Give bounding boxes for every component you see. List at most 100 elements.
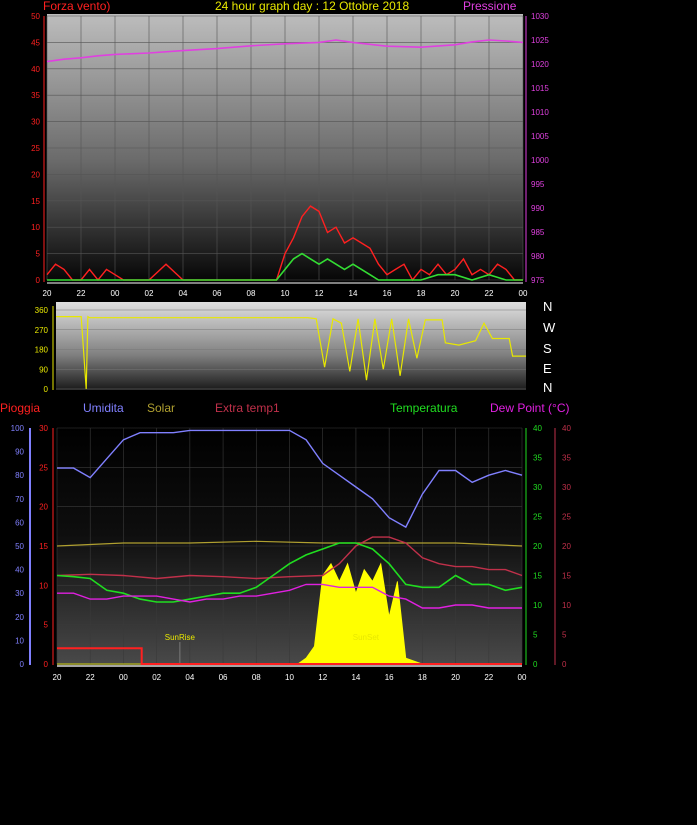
wind-x-tick-label: 00 [519,289,528,298]
direction-label-n-bottom: N [543,380,553,395]
dew-y-tick-label: 20 [562,542,571,551]
wind-y-tick-label: 15 [31,197,40,206]
wind-y-tick-label: 5 [36,250,41,259]
wind-x-tick-label: 10 [281,289,290,298]
temperature-y-tick-label: 15 [533,572,542,581]
graph-title: 24 hour graph day : 12 Ottobre 2018 [215,0,410,13]
temperature-y-tick-label: 10 [533,601,542,610]
temperature-y-tick-label: 30 [533,483,542,492]
humidity-y-tick-label: 60 [15,518,24,527]
wind-x-tick-label: 08 [247,289,256,298]
sunrise-label: SunRise [165,633,196,642]
temp-x-tick-label: 22 [86,673,95,682]
temp-x-tick-label: 04 [185,673,194,682]
direction-label-e: E [543,361,552,376]
temp-x-tick-label: 10 [285,673,294,682]
temperature-y-tick-label: 0 [533,660,538,669]
temperature-y-tick-label: 35 [533,454,542,463]
wind-y-tick-label: 25 [31,144,40,153]
wind-x-tick-label: 02 [145,289,154,298]
dew-y-tick-label: 25 [562,513,571,522]
humidity-y-tick-label: 50 [15,542,24,551]
pressure-y-tick-label: 1025 [531,36,549,45]
wind-y-tick-label: 45 [31,38,40,47]
temp-x-tick-label: 22 [484,673,493,682]
humidity-y-tick-label: 20 [15,613,24,622]
direction-y-tick-label: 90 [39,365,48,374]
wind-x-tick-label: 20 [451,289,460,298]
wind-x-tick-label: 00 [111,289,120,298]
dew-y-tick-label: 30 [562,483,571,492]
wind-y-tick-label: 10 [31,223,40,232]
temp-x-tick-label: 12 [318,673,327,682]
temperature-y-tick-label: 20 [533,542,542,551]
rain-y-tick-label: 10 [39,581,48,590]
temp-x-tick-label: 06 [219,673,228,682]
direction-label-w: W [543,320,556,335]
direction-label-n-top: N [543,299,553,314]
humidity-y-tick-label: 0 [20,660,25,669]
legend-temperature: Temperatura [390,401,458,415]
pressure-y-tick-label: 1015 [531,84,549,93]
pressure-y-tick-label: 1005 [531,132,549,141]
humidity-y-tick-label: 100 [11,424,25,433]
rain-y-tick-label: 0 [44,660,49,669]
pressure-y-tick-label: 990 [531,204,545,213]
pressure-y-tick-label: 995 [531,180,545,189]
humidity-y-tick-label: 80 [15,471,24,480]
wind-x-tick-label: 06 [213,289,222,298]
pressure-y-tick-label: 1020 [531,60,549,69]
humidity-y-tick-label: 90 [15,448,24,457]
wind-y-tick-label: 30 [31,118,40,127]
wind-x-tick-label: 04 [179,289,188,298]
temp-x-tick-label: 00 [119,673,128,682]
humidity-y-tick-label: 30 [15,589,24,598]
temp-x-tick-label: 14 [351,673,360,682]
pressure-y-tick-label: 975 [531,276,545,285]
dew-y-tick-label: 0 [562,660,567,669]
wind-y-tick-label: 0 [36,276,41,285]
legend-solar: Solar [147,401,176,415]
wind-x-tick-label: 22 [77,289,86,298]
direction-plot-background [56,302,526,390]
wind-y-tick-label: 20 [31,170,40,179]
rain-y-tick-label: 25 [39,463,48,472]
wind-x-tick-label: 12 [315,289,324,298]
direction-label-s: S [543,341,552,356]
temp-x-tick-label: 18 [418,673,427,682]
direction-y-tick-label: 360 [35,306,49,315]
dew-y-tick-label: 40 [562,424,571,433]
direction-y-tick-label: 180 [35,346,49,355]
dew-y-tick-label: 35 [562,454,571,463]
rain-y-tick-label: 5 [44,621,49,630]
pressure-y-tick-label: 1030 [531,12,549,21]
dew-y-tick-label: 15 [562,572,571,581]
legend-extra-temp: Extra temp1 [215,401,280,415]
temp-x-tick-label: 16 [385,673,394,682]
rain-y-tick-label: 15 [39,542,48,551]
temperature-y-tick-label: 5 [533,631,538,640]
wind-x-tick-label: 16 [383,289,392,298]
temp-x-tick-label: 08 [252,673,261,682]
legend-humidity: Umidita [83,401,124,415]
pressure-y-tick-label: 1000 [531,156,549,165]
rain-y-tick-label: 30 [39,424,48,433]
wind-y-tick-label: 50 [31,12,40,21]
wind-x-tick-label: 18 [417,289,426,298]
humidity-y-tick-label: 10 [15,636,24,645]
legend-dew-point: Dew Point (°C) [490,401,570,415]
pressure-y-tick-label: 1010 [531,108,549,117]
direction-y-tick-label: 0 [44,385,49,394]
temp-x-tick-label: 20 [53,673,62,682]
humidity-y-tick-label: 70 [15,495,24,504]
dew-y-tick-label: 5 [562,631,567,640]
wind-x-tick-label: 20 [43,289,52,298]
wind-x-tick-label: 22 [485,289,494,298]
temperature-y-tick-label: 40 [533,424,542,433]
temp-x-tick-label: 02 [152,673,161,682]
humidity-y-tick-label: 40 [15,566,24,575]
pressure-axis-title: Pressione [463,0,517,13]
pressure-y-tick-label: 985 [531,228,545,237]
pressure-y-tick-label: 980 [531,252,545,261]
temp-x-tick-label: 20 [451,673,460,682]
